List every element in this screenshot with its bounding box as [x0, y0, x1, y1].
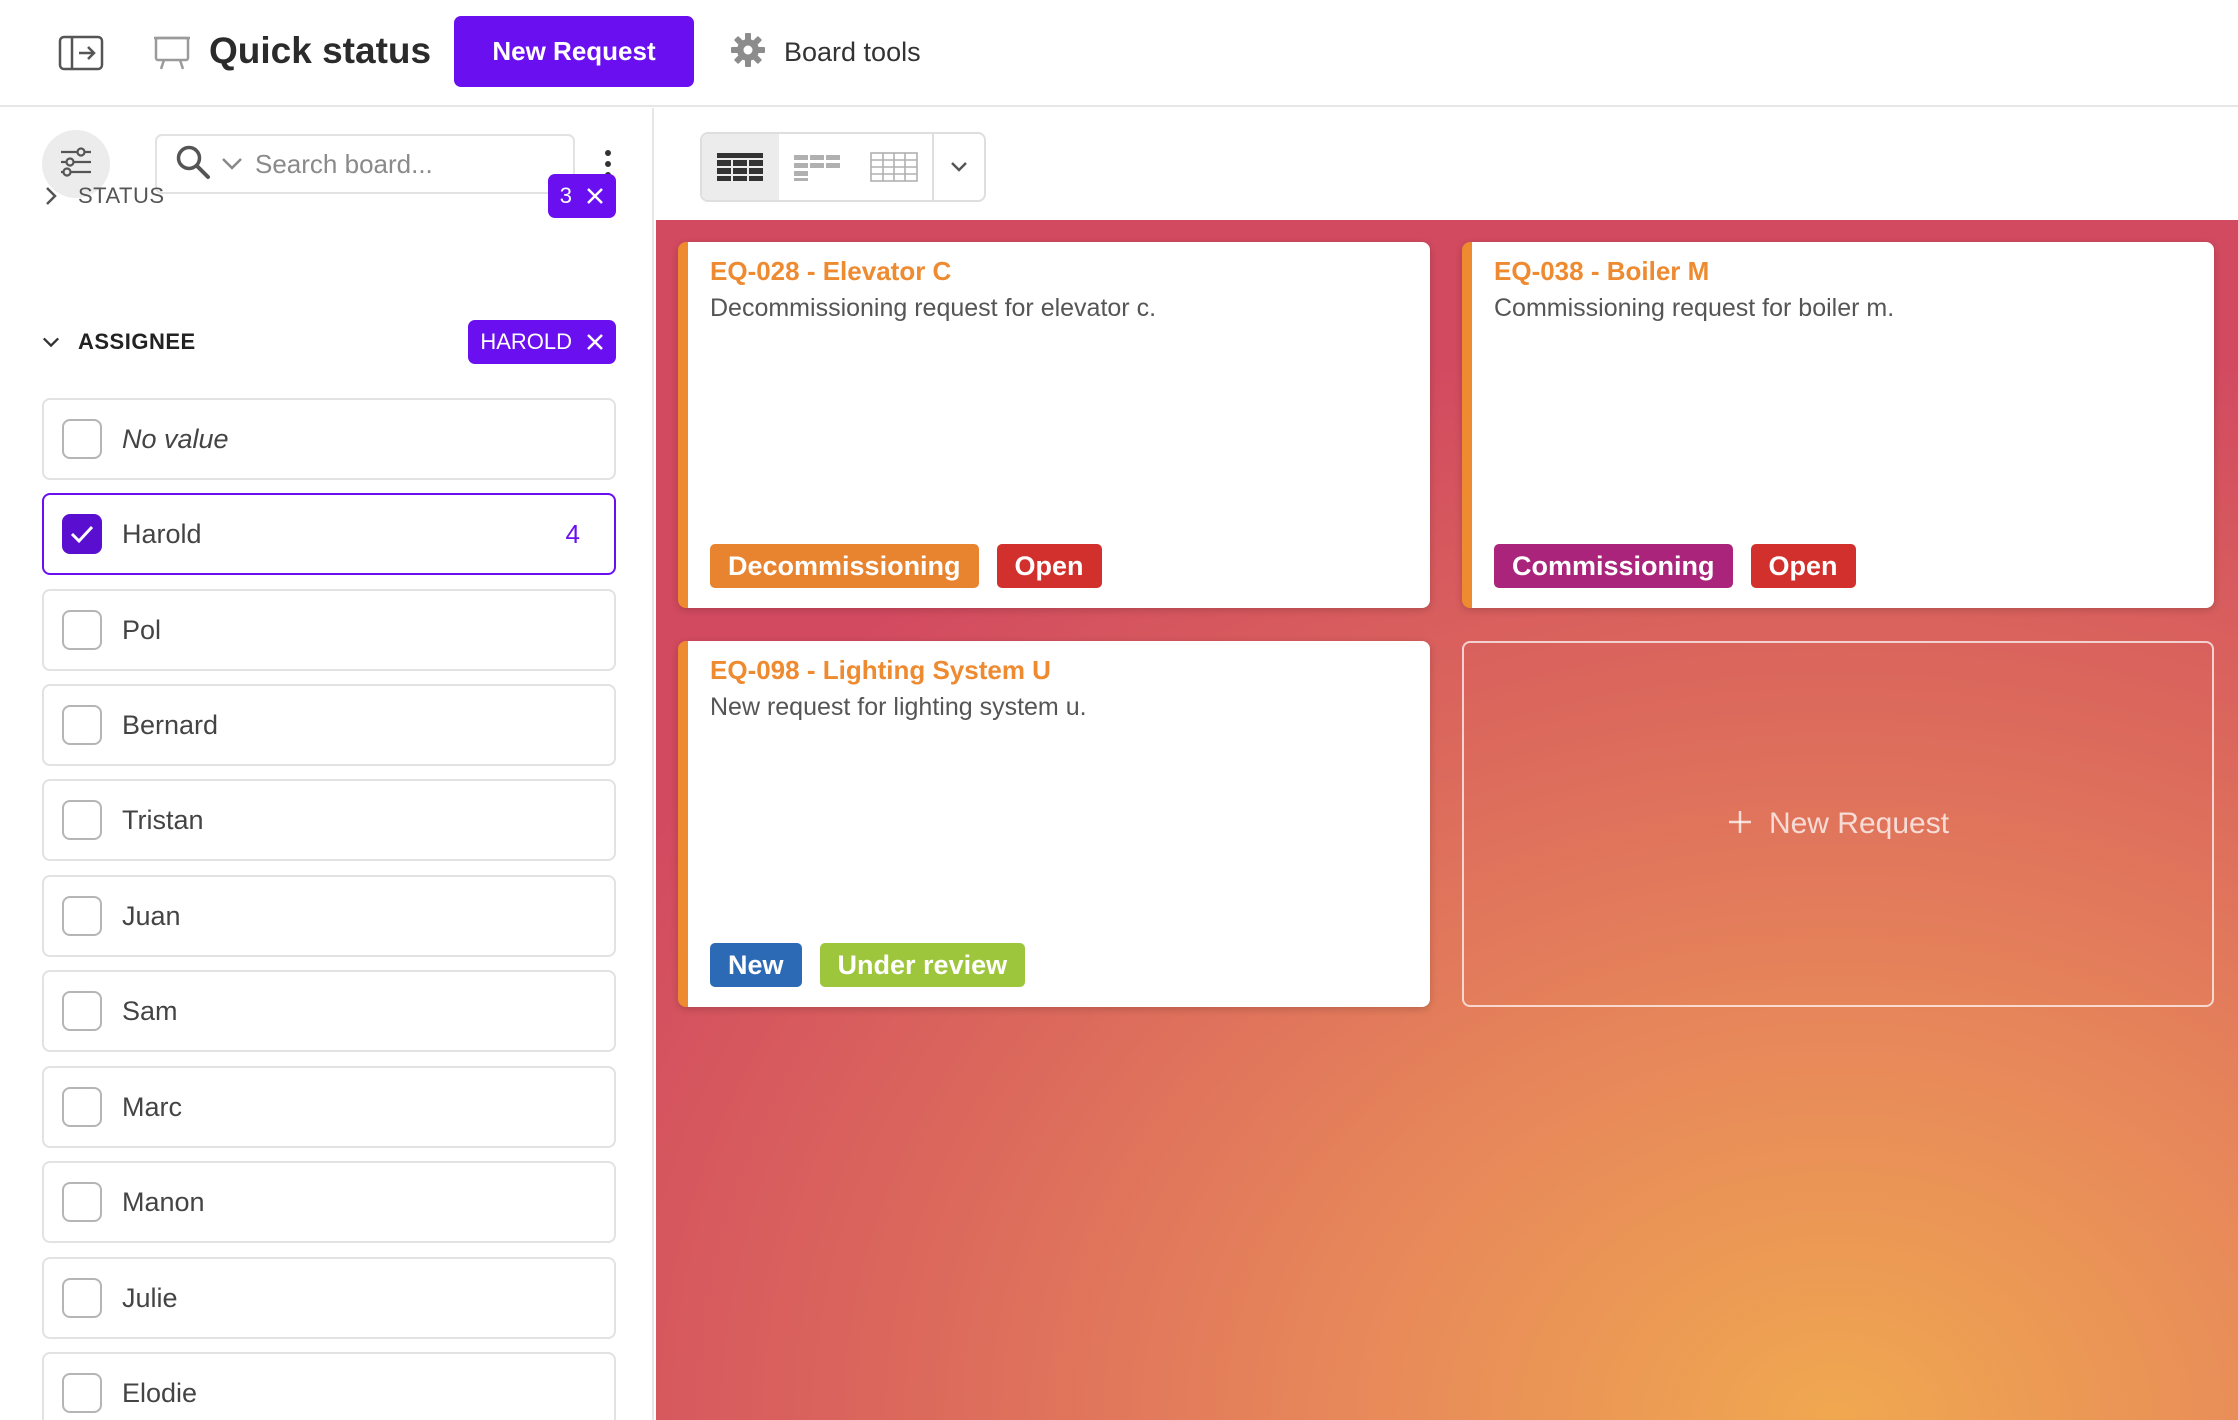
- grid-view-button[interactable]: [702, 134, 779, 200]
- card-description: Decommissioning request for elevator c.: [710, 294, 1157, 322]
- assignee-option-label: No value: [122, 423, 229, 454]
- assignee-option-label: Elodie: [122, 1377, 198, 1408]
- view-dropdown-button[interactable]: [932, 134, 984, 200]
- checkbox[interactable]: [62, 896, 102, 936]
- new-request-card-label: New Request: [1768, 807, 1950, 840]
- assignee-filter-header[interactable]: ASSIGNEE HAROLD: [42, 320, 616, 364]
- assignee-option-label: Manon: [122, 1186, 205, 1217]
- checkbox[interactable]: [62, 1278, 102, 1318]
- compact-view-icon: [794, 155, 840, 181]
- checkbox[interactable]: [62, 1182, 102, 1222]
- checkbox[interactable]: [62, 991, 102, 1031]
- top-bar: Quick status New Request Board tools: [0, 0, 2238, 107]
- card-tag: Open: [1750, 544, 1856, 588]
- checkmark-icon: [70, 525, 94, 544]
- status-filter-title: STATUS: [78, 183, 165, 208]
- new-request-card-button[interactable]: New Request: [1462, 641, 2214, 1007]
- card-description: Commissioning request for boiler m.: [1494, 294, 1895, 322]
- status-filter-chip: 3: [547, 174, 616, 218]
- board-tools-label: Board tools: [784, 36, 921, 67]
- assignee-option-label: Pol: [122, 614, 162, 645]
- request-card[interactable]: EQ-028 - Elevator C Decommissioning requ…: [678, 242, 1430, 608]
- compact-view-button[interactable]: [779, 134, 856, 200]
- assignee-option-harold[interactable]: Harold 4: [42, 493, 616, 575]
- board-canvas: EQ-028 - Elevator C Decommissioning requ…: [656, 220, 2238, 1420]
- filter-sidebar: STATUS 3 ASSIGNEE HAROLD No value Harold: [0, 108, 654, 1420]
- assignee-option-manon[interactable]: Manon: [42, 1161, 616, 1243]
- sidebar-toggle-icon[interactable]: [56, 33, 106, 73]
- card-title: EQ-038 - Boiler M: [1494, 256, 1710, 286]
- page-title: Quick status: [209, 30, 432, 71]
- checkbox-checked[interactable]: [62, 514, 102, 554]
- chevron-down-icon[interactable]: [221, 157, 243, 171]
- assignee-chip-value: HAROLD: [480, 329, 572, 354]
- chevron-right-icon: [42, 186, 60, 206]
- card-tag: Under review: [819, 943, 1026, 987]
- request-card[interactable]: EQ-038 - Boiler M Commissioning request …: [1462, 242, 2214, 608]
- checkbox[interactable]: [62, 610, 102, 650]
- assignee-option-juan[interactable]: Juan: [42, 875, 616, 957]
- assignee-option-label: Juan: [122, 900, 181, 931]
- clear-assignee-filter-icon[interactable]: [586, 333, 604, 351]
- request-card[interactable]: EQ-098 - Lighting System U New request f…: [678, 641, 1430, 1007]
- assignee-option-sam[interactable]: Sam: [42, 970, 616, 1052]
- card-description: New request for lighting system u.: [710, 693, 1087, 721]
- assignee-option-no-value[interactable]: No value: [42, 398, 616, 480]
- assignee-option-count: 4: [565, 518, 580, 549]
- status-filter-header[interactable]: STATUS 3: [42, 174, 616, 218]
- table-view-icon: [869, 152, 918, 182]
- assignee-option-tristan[interactable]: Tristan: [42, 779, 616, 861]
- assignee-option-marc[interactable]: Marc: [42, 1066, 616, 1148]
- checkbox[interactable]: [62, 800, 102, 840]
- card-tag: Open: [996, 544, 1102, 588]
- table-view-button[interactable]: [855, 134, 932, 200]
- board-tools-button[interactable]: Board tools: [730, 28, 921, 76]
- view-switcher: [700, 132, 986, 202]
- clear-status-filter-icon[interactable]: [586, 187, 604, 205]
- assignee-option-pol[interactable]: Pol: [42, 589, 616, 671]
- view-toolbar: [656, 108, 2238, 220]
- assignee-filter-chip: HAROLD: [468, 320, 616, 364]
- assignee-option-bernard[interactable]: Bernard: [42, 684, 616, 766]
- assignee-option-label: Bernard: [122, 709, 219, 740]
- gear-icon: [730, 32, 766, 73]
- assignee-option-label: Sam: [122, 995, 178, 1026]
- chevron-down-icon: [42, 336, 60, 348]
- assignee-option-label: Tristan: [122, 804, 204, 835]
- assignee-filter-title: ASSIGNEE: [78, 329, 196, 354]
- card-title: EQ-098 - Lighting System U: [710, 655, 1051, 685]
- new-request-button[interactable]: New Request: [454, 16, 694, 87]
- assignee-option-label: Harold: [122, 518, 202, 549]
- presentation-board-icon: [152, 32, 192, 72]
- plus-icon: [1727, 809, 1753, 840]
- card-tag: New: [710, 943, 802, 987]
- card-tag: Commissioning: [1494, 544, 1733, 588]
- checkbox[interactable]: [62, 419, 102, 459]
- card-title: EQ-028 - Elevator C: [710, 256, 952, 286]
- chevron-down-icon: [951, 162, 967, 172]
- checkbox[interactable]: [62, 1373, 102, 1413]
- card-tag: Decommissioning: [710, 544, 979, 588]
- assignee-option-julie[interactable]: Julie: [42, 1257, 616, 1339]
- assignee-option-label: Marc: [122, 1091, 182, 1122]
- grid-view-icon: [717, 153, 764, 181]
- assignee-option-elodie[interactable]: Elodie: [42, 1352, 616, 1420]
- checkbox[interactable]: [62, 1087, 102, 1127]
- status-chip-count: 3: [559, 183, 572, 208]
- checkbox[interactable]: [62, 705, 102, 745]
- assignee-option-label: Julie: [122, 1282, 178, 1313]
- board-main: EQ-028 - Elevator C Decommissioning requ…: [656, 108, 2238, 1420]
